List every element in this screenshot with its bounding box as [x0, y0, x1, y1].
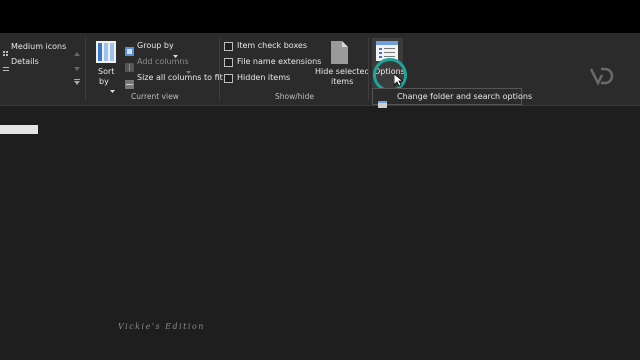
file-name-extensions-label: File name extensions	[237, 57, 322, 66]
add-columns-button[interactable]: Add columns	[137, 57, 189, 66]
sort-chevron-down-icon	[110, 79, 115, 98]
file-name-extensions-checkbox[interactable]	[224, 58, 233, 67]
sort-by-label-1[interactable]: Sort	[98, 67, 114, 76]
layout-details[interactable]: Details	[11, 57, 39, 66]
expand-gallery-icon[interactable]	[74, 71, 80, 90]
size-columns-icon	[125, 74, 134, 93]
details-icon	[3, 58, 9, 77]
file-item-selection[interactable]	[0, 125, 38, 134]
layout-medium-icons[interactable]: Medium icons	[11, 42, 66, 51]
options-tooltip: Change folder and search options	[372, 88, 532, 108]
group-by-button[interactable]: Group by	[137, 41, 174, 50]
separator-show-hide	[368, 38, 369, 100]
hide-selected-label-2[interactable]: items	[331, 77, 353, 86]
window-top-bar	[0, 0, 640, 33]
channel-logo-icon	[589, 66, 614, 86]
hide-selected-label-1[interactable]: Hide selected	[315, 67, 370, 76]
hidden-items-checkbox[interactable]	[224, 74, 233, 83]
hide-selected-icon	[331, 41, 348, 68]
show-hide-group-label: Show/hide	[275, 92, 314, 101]
file-list-area[interactable]	[0, 106, 640, 360]
size-all-columns-button[interactable]: Size all columns to fit	[137, 73, 223, 82]
separator-layout	[85, 38, 86, 100]
sort-by-icon	[96, 41, 116, 67]
current-view-group-label: Current view	[131, 92, 179, 101]
sort-by-label-2[interactable]: by	[99, 77, 109, 86]
item-check-boxes-checkbox[interactable]	[224, 42, 233, 51]
hidden-items-label: Hidden items	[237, 73, 291, 82]
separator-current-view	[219, 38, 220, 100]
watermark-text: Vickie's Edition	[118, 322, 205, 331]
tooltip-text: Change folder and search options	[397, 92, 533, 101]
item-check-boxes-label: Item check boxes	[237, 41, 308, 50]
tooltip-options-icon	[378, 93, 387, 112]
